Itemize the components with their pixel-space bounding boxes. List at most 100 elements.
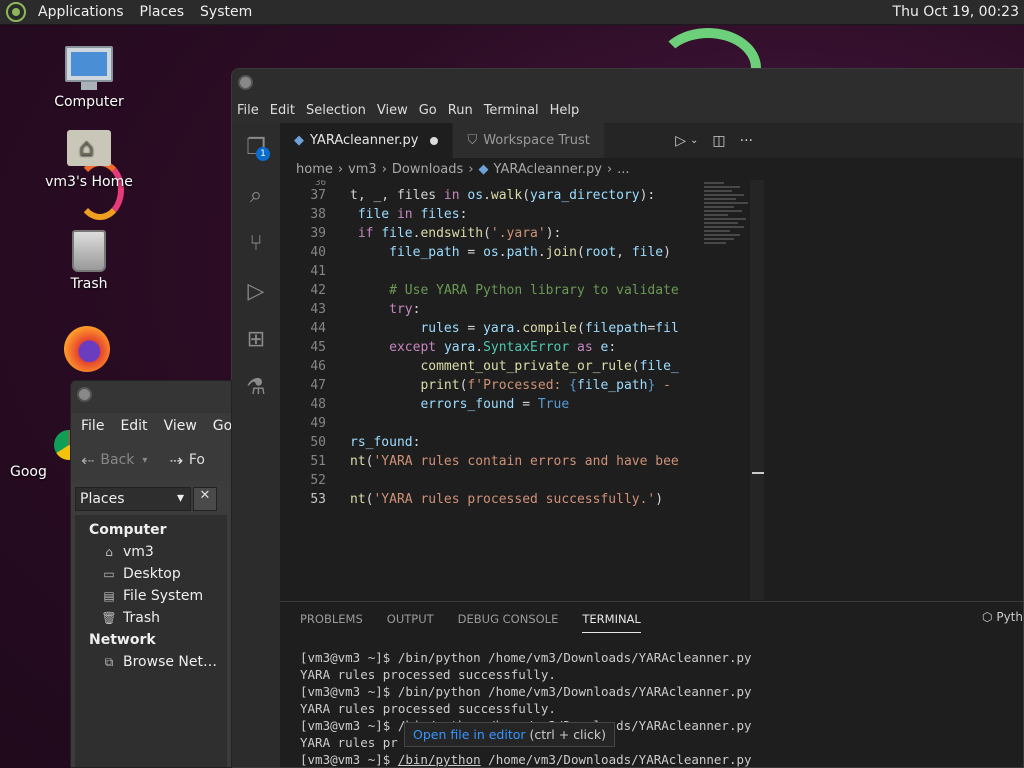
tab-workspace-trust[interactable]: ⛉ Workspace Trust (453, 123, 605, 158)
menu-file[interactable]: File (81, 418, 104, 434)
explorer-icon[interactable]: ❐ 1 (232, 123, 280, 171)
code-line[interactable]: 47 print(f'Processed: {file_path} - (280, 378, 750, 397)
close-sidebar-icon[interactable]: ✕ (193, 487, 217, 511)
menu-file[interactable]: File (237, 103, 259, 118)
line-number: 40 (310, 245, 326, 260)
terminal-python-label[interactable]: ⬡ Pyth (982, 610, 1023, 624)
terminal-line[interactable]: [vm3@vm3 ~]$ /bin/python /home/vm3/Downl… (300, 650, 1023, 667)
breadcrumb-item[interactable]: ... (617, 162, 629, 177)
terminal-output[interactable]: [vm3@vm3 ~]$ /bin/python /home/vm3/Downl… (280, 636, 1023, 767)
scrollbar-thumb[interactable] (752, 472, 764, 474)
vscode-titlebar[interactable] (232, 69, 1023, 97)
breadcrumb-item[interactable]: Downloads (392, 162, 463, 177)
code-line[interactable]: 48 errors_found = True (280, 397, 750, 416)
terminal-line[interactable]: YARA rules processed successfully. (300, 667, 1023, 684)
editor-actions: ▷ ⌄ ◫ ··· (661, 123, 753, 158)
desktop-icon-firefox[interactable] (42, 326, 132, 376)
extensions-icon[interactable]: ⊞ (232, 315, 280, 363)
code-line[interactable]: 50 rs_found: (280, 435, 750, 454)
code-line[interactable]: 41 (280, 264, 750, 283)
run-python-file-icon[interactable]: ▷ (675, 133, 686, 149)
menu-terminal[interactable]: Terminal (484, 103, 539, 118)
sidebar-item-label: Trash (123, 610, 160, 626)
unsaved-dot-icon[interactable] (430, 136, 439, 145)
terminal-path-link[interactable]: /bin/python (398, 752, 481, 767)
breadcrumb-item[interactable]: home (296, 162, 333, 177)
window-close-button[interactable] (238, 75, 253, 90)
code-line[interactable]: 44 rules = yara.compile(filepath=fil (280, 321, 750, 340)
back-button[interactable]: Back (100, 452, 134, 468)
places-dropdown[interactable]: Places (75, 487, 191, 511)
search-icon[interactable]: ⌕ (232, 171, 280, 219)
tab-problems[interactable]: PROBLEMS (300, 606, 363, 632)
menu-help[interactable]: Help (550, 103, 580, 118)
code-line[interactable]: 45 except yara.SyntaxError as e: (280, 340, 750, 359)
menu-go[interactable]: Go (419, 103, 437, 118)
clock[interactable]: Thu Oct 19, 00:23 (893, 4, 1019, 20)
tab-debug-console[interactable]: DEBUG CONSOLE (458, 606, 559, 632)
terminal-line[interactable]: [vm3@vm3 ~]$ /bin/python /home/vm3/Downl… (300, 752, 1023, 767)
menu-go[interactable]: Go (213, 418, 231, 434)
menu-applications[interactable]: Applications (38, 4, 124, 20)
tab-terminal[interactable]: TERMINAL (582, 606, 641, 633)
breadcrumb-item[interactable]: vm3 (348, 162, 377, 177)
more-actions-icon[interactable]: ··· (740, 133, 753, 149)
menu-view[interactable]: View (164, 418, 197, 434)
sidebar-item-trash[interactable]: 🗑 Trash (75, 607, 227, 629)
code-line[interactable]: 43 try: (280, 302, 750, 321)
code-line[interactable]: 46 comment_out_private_or_rule(file_ (280, 359, 750, 378)
menu-selection[interactable]: Selection (306, 103, 366, 118)
explorer-badge: 1 (256, 147, 270, 161)
code-line[interactable]: 40 file_path = os.path.join(root, file) (280, 245, 750, 264)
menu-system[interactable]: System (200, 4, 252, 20)
line-number: 52 (310, 473, 326, 488)
code-line[interactable]: 36 (280, 180, 750, 188)
desktop-icon-computer[interactable]: Computer (44, 46, 134, 110)
python-file-icon: ◆ (294, 133, 304, 148)
code-editor[interactable]: 36 37 t, _, files in os.walk(yara_director… (280, 180, 750, 605)
minimap[interactable] (704, 180, 754, 300)
trash-icon: 🗑 (101, 611, 117, 625)
chevron-down-icon[interactable]: ⌄ (690, 135, 698, 146)
tooltip-hint: (ctrl + click) (525, 727, 607, 742)
chevron-right-icon: › (337, 161, 344, 177)
window-close-button[interactable] (77, 387, 92, 402)
desktop-icon-home[interactable]: vm3's Home (44, 130, 134, 190)
shield-icon: ⛉ (467, 133, 478, 148)
sidebar-item-vm3[interactable]: ⌂ vm3 (75, 541, 227, 563)
editor-scrollbar[interactable] (750, 180, 764, 600)
terminal-line[interactable]: YARA rules processed successfully. (300, 701, 1023, 718)
sidebar-item-file-system[interactable]: ▤ File System (75, 585, 227, 607)
menu-edit[interactable]: Edit (270, 103, 295, 118)
code-line[interactable]: 49 (280, 416, 750, 435)
file-manager-titlebar[interactable] (71, 381, 231, 413)
menu-run[interactable]: Run (448, 103, 473, 118)
open-file-in-editor-link[interactable]: Open file in editor (413, 727, 526, 742)
breadcrumb-item[interactable]: YARAcleanner.py (494, 162, 602, 177)
code-line[interactable]: 53 nt('YARA rules processed successfully.… (280, 492, 750, 511)
menu-view[interactable]: View (377, 103, 408, 118)
code-line[interactable]: 39 if file.endswith('.yara'): (280, 226, 750, 245)
sidebar-item-browse-network[interactable]: ⧉ Browse Net… (75, 651, 227, 673)
chevron-down-icon[interactable]: ▾ (142, 455, 147, 466)
menu-places[interactable]: Places (140, 4, 185, 20)
code-line[interactable]: 42 # Use YARA Python library to validate (280, 283, 750, 302)
source-control-icon[interactable]: ⑂ (232, 219, 280, 267)
code-line[interactable]: 38 file in files: (280, 207, 750, 226)
code-line[interactable]: 37 t, _, files in os.walk(yara_directory)… (280, 188, 750, 207)
terminal-line[interactable]: [vm3@vm3 ~]$ /bin/python /home/vm3/Downl… (300, 684, 1023, 701)
tab-output[interactable]: OUTPUT (387, 606, 434, 632)
code-line[interactable]: 51 nt('YARA rules contain errors and have… (280, 454, 750, 473)
split-editor-icon[interactable]: ◫ (712, 133, 725, 149)
back-arrow-icon: ⇠ (81, 450, 95, 470)
tab-yaracleanner[interactable]: ◆ YARAcleanner.py (280, 123, 454, 158)
testing-flask-icon[interactable]: ⚗ (232, 363, 280, 411)
code-line[interactable]: 52 (280, 473, 750, 492)
sidebar-item-desktop[interactable]: ▭ Desktop (75, 563, 227, 585)
menu-edit[interactable]: Edit (120, 418, 147, 434)
forward-button[interactable]: Fo (189, 452, 205, 468)
desktop-icon-trash[interactable]: Trash (44, 230, 134, 292)
run-debug-icon[interactable]: ▷ (232, 267, 280, 315)
distro-logo-icon[interactable] (6, 2, 26, 22)
